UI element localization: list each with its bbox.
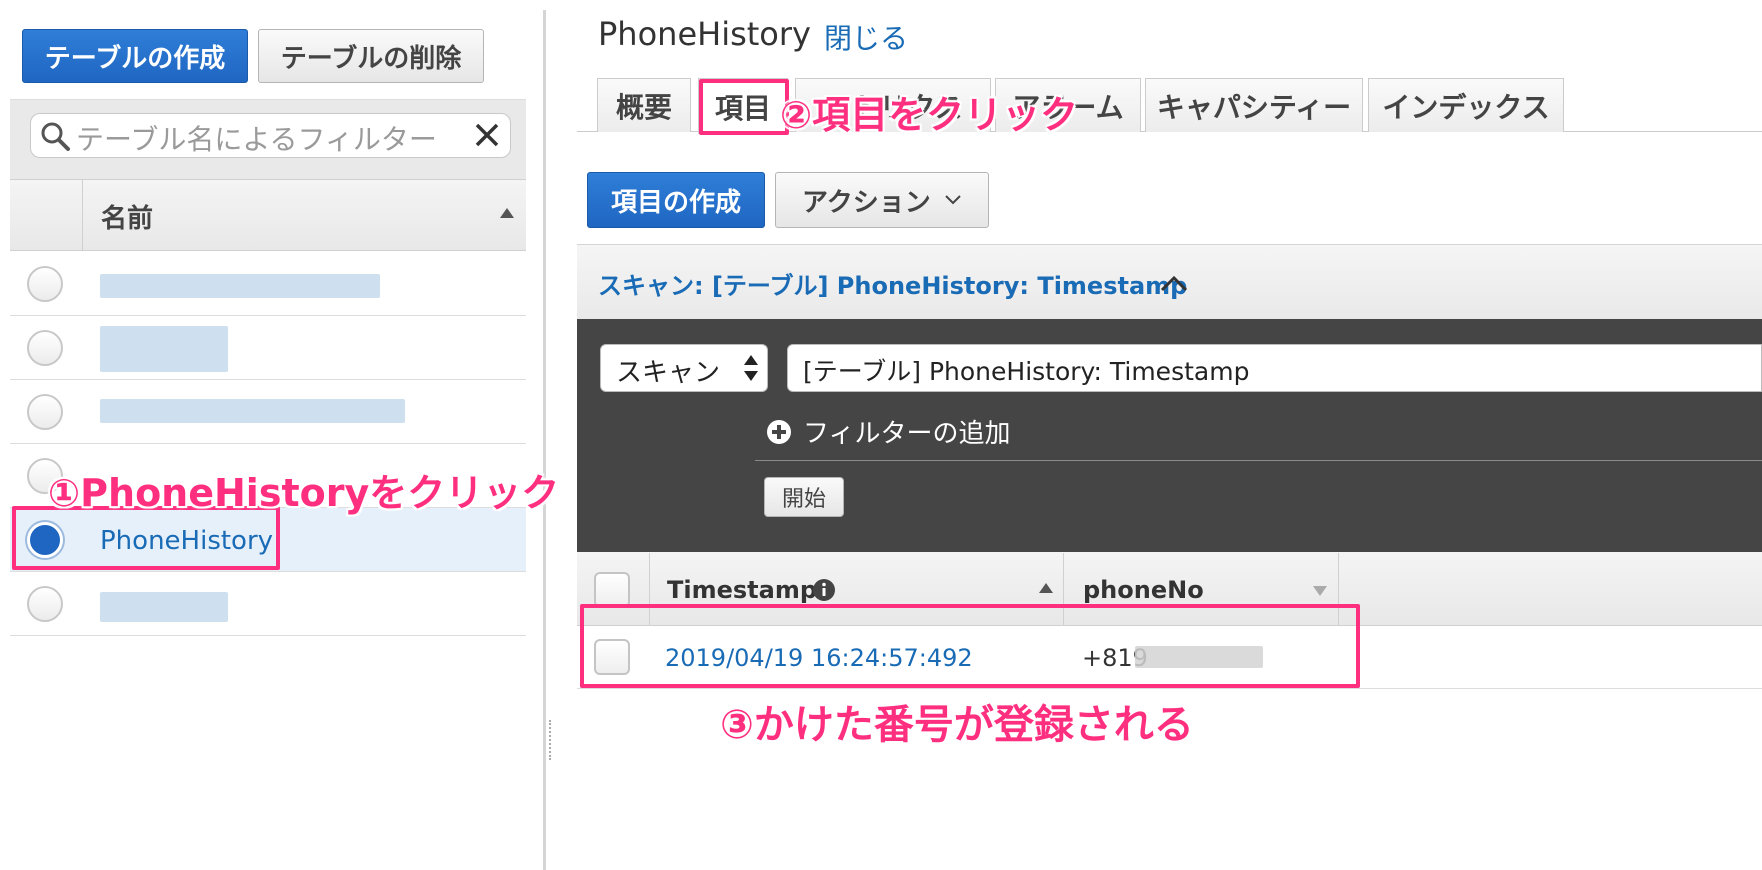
plus-circle-icon (767, 419, 791, 444)
tab-capacity[interactable]: キャパシティー (1145, 78, 1363, 132)
page-title: PhoneHistory (598, 15, 811, 53)
chevron-down-icon (944, 195, 961, 205)
select-arrows-icon (744, 355, 758, 381)
search-icon (41, 122, 70, 151)
sort-asc-icon[interactable] (1039, 583, 1053, 593)
annotation-box-row (580, 604, 1360, 688)
sort-desc-icon[interactable] (1313, 586, 1327, 596)
start-button[interactable]: 開始 (764, 477, 844, 517)
header-divider (82, 180, 83, 250)
add-filter-link[interactable]: フィルターの追加 (767, 413, 1010, 450)
scan-target-value: [テーブル] PhoneHistory: Timestamp (803, 357, 1250, 386)
blurred-table-name (100, 592, 228, 622)
annotation-step3: ③かけた番号が登録される (720, 702, 1194, 748)
column-timestamp-header[interactable]: Timestamp (667, 576, 817, 604)
close-link[interactable]: 閉じる (824, 17, 908, 57)
table-header (10, 179, 526, 251)
splitter-grip[interactable] (549, 720, 552, 760)
table-row-radio[interactable] (27, 266, 63, 302)
panel-splitter[interactable] (543, 10, 546, 870)
tab-indexes[interactable]: インデックス (1368, 78, 1564, 132)
blurred-table-name (100, 326, 228, 372)
chevron-up-icon[interactable] (1160, 274, 1188, 292)
column-phone-header[interactable]: phoneNo (1083, 576, 1204, 604)
create-item-button[interactable]: 項目の作成 (587, 172, 765, 228)
annotation-box-tab (699, 79, 789, 135)
add-filter-label: フィルターの追加 (803, 419, 1011, 449)
table-row-radio[interactable] (27, 586, 63, 622)
select-all-checkbox[interactable] (594, 572, 630, 608)
table-row-radio[interactable] (27, 330, 63, 366)
sort-asc-icon[interactable] (500, 208, 514, 218)
delete-table-button[interactable]: テーブルの削除 (258, 29, 484, 83)
table-row-radio[interactable] (27, 394, 63, 430)
create-table-button[interactable]: テーブルの作成 (22, 29, 248, 83)
blurred-table-name (100, 399, 405, 423)
blurred-table-name (100, 274, 380, 298)
clear-icon[interactable] (474, 122, 500, 148)
info-icon[interactable] (812, 578, 836, 602)
filter-divider (755, 460, 1762, 461)
tab-overview[interactable]: 概要 (597, 78, 691, 132)
scan-header-title[interactable]: スキャン: [テーブル] PhoneHistory: Timestamp (598, 266, 1187, 301)
action-label: アクション (802, 187, 931, 218)
annotation-step1: ①PhoneHistoryをクリック (48, 471, 560, 515)
scan-type-value: スキャン (616, 358, 721, 388)
column-name-header[interactable]: 名前 (101, 198, 153, 235)
filter-input[interactable]: テーブル名によるフィルター (76, 118, 437, 158)
annotation-step2: ②項目をクリック (780, 93, 1079, 137)
action-dropdown[interactable]: アクション (775, 172, 989, 228)
